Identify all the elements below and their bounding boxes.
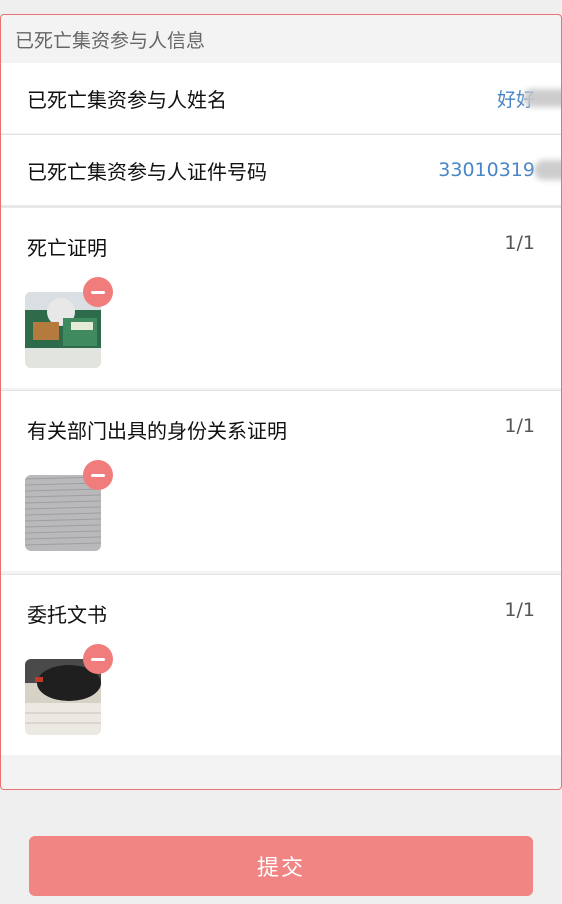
upload-count: 1/1 xyxy=(504,232,535,254)
deceased-name-label: 已死亡集资参与人姓名 xyxy=(27,87,227,112)
remove-image-button[interactable] xyxy=(83,277,113,307)
minus-icon xyxy=(91,290,105,294)
upload-count: 1/1 xyxy=(504,415,535,437)
submit-button[interactable]: 提交 xyxy=(29,836,533,896)
upload-power-of-attorney: 委托文书 1/1 xyxy=(1,575,561,755)
upload-title: 死亡证明 xyxy=(27,236,107,260)
upload-death-certificate: 死亡证明 1/1 xyxy=(1,208,561,388)
upload-count: 1/1 xyxy=(504,599,535,621)
remove-image-button[interactable] xyxy=(83,644,113,674)
deceased-id-row: 已死亡集资参与人证件号码 33010319 xyxy=(1,135,561,205)
deceased-id-label: 已死亡集资参与人证件号码 xyxy=(27,159,267,184)
redaction-blur xyxy=(534,160,561,180)
deceased-info-panel: 已死亡集资参与人信息 已死亡集资参与人姓名 好好 已死亡集资参与人证件号码 33… xyxy=(0,14,562,790)
redaction-blur xyxy=(522,89,561,107)
upload-relationship-proof: 有关部门出具的身份关系证明 1/1 xyxy=(1,391,561,571)
deceased-id-value: 33010319 xyxy=(438,159,561,181)
deceased-name-value: 好好 xyxy=(497,85,561,112)
minus-icon xyxy=(91,657,105,661)
upload-title: 委托文书 xyxy=(27,603,107,627)
minus-icon xyxy=(91,473,105,477)
section-title: 已死亡集资参与人信息 xyxy=(15,29,206,52)
upload-title: 有关部门出具的身份关系证明 xyxy=(27,419,287,443)
deceased-name-row: 已死亡集资参与人姓名 好好 xyxy=(1,63,561,133)
deceased-id-text: 33010319 xyxy=(438,159,535,181)
remove-image-button[interactable] xyxy=(83,460,113,490)
